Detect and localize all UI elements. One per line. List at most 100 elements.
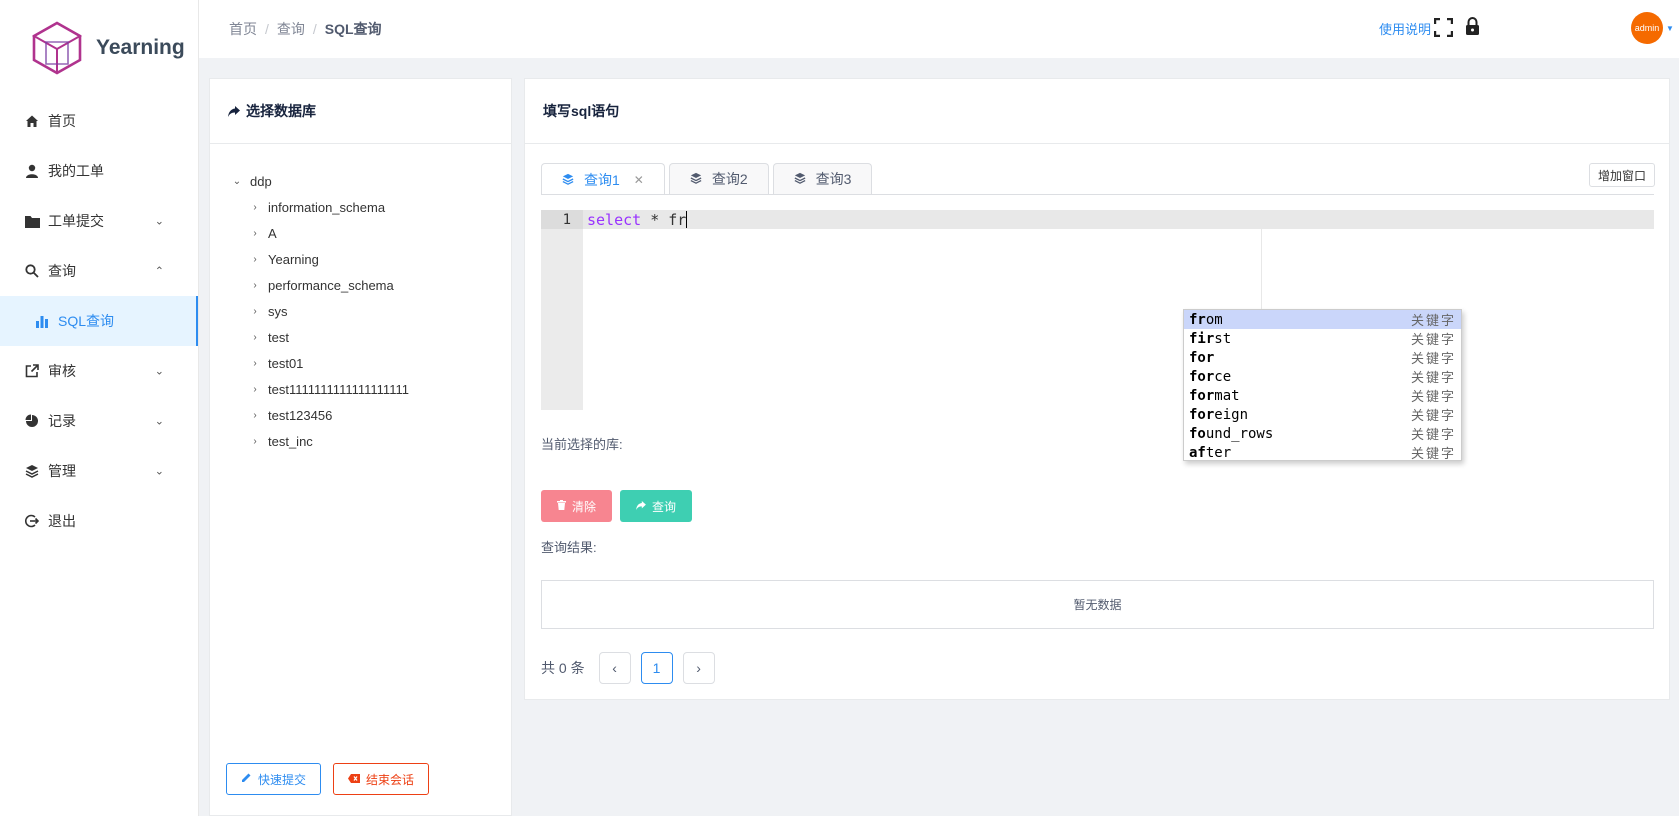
tree-node-database[interactable]: › test1111111111111111111 [248,376,511,402]
quick-submit-button[interactable]: 快速提交 [226,763,322,795]
autocomplete-item[interactable]: for 关键字 [1184,348,1461,368]
layers-icon [690,171,702,187]
chevron-right-icon[interactable]: › [248,202,262,213]
sidebar-item-manage[interactable]: 管理 ⌄ [0,446,198,496]
close-icon[interactable]: ✕ [634,173,644,187]
sql-panel: 填写sql语句 查询1 ✕ 查询2 查询3 增加窗口 1 select * fr… [524,78,1670,700]
tree-node-database[interactable]: › test123456 [248,402,511,428]
help-link[interactable]: 使用说明 [1379,19,1431,38]
autocomplete-item[interactable]: format 关键字 [1184,386,1461,406]
chevron-right-icon[interactable]: › [248,358,262,369]
autocomplete-item[interactable]: after 关键字 [1184,443,1461,463]
end-session-label: 结束会话 [366,772,415,787]
autocomplete-item[interactable]: foreign 关键字 [1184,405,1461,425]
breadcrumb-item[interactable]: 首页 [229,19,257,39]
breadcrumb-separator: / [312,21,317,37]
current-db-label: 当前选择的库: [541,437,623,452]
tree-node-label[interactable]: test01 [268,356,303,371]
breadcrumb-separator: / [265,21,269,37]
tree-node-database[interactable]: › Yearning [248,246,511,272]
tab-query1[interactable]: 查询1 ✕ [541,163,665,195]
sidebar-item-ticket-submit[interactable]: 工单提交 ⌄ [0,196,198,246]
tree-node-label[interactable]: ddp [250,174,272,189]
prev-page-button[interactable]: ‹ [598,652,631,684]
editor-gutter: 1 [541,210,583,410]
sidebar-item-records[interactable]: 记录 ⌄ [0,396,198,446]
tree-node-label[interactable]: sys [268,304,288,319]
active-line-highlight [583,210,1654,229]
pagination: 共 0 条 ‹ 1 › [541,652,715,684]
home-icon [24,113,40,129]
tree-node-label[interactable]: Yearning [268,252,319,267]
chevron-right-icon[interactable]: › [248,280,262,291]
tree-node-label[interactable]: test123456 [268,408,332,423]
sidebar-item-home[interactable]: 首页 [0,96,198,146]
caret-down-icon[interactable]: ▼ [1666,24,1674,33]
query-button[interactable]: 查询 [620,490,693,522]
sidebar-item-sql-query[interactable]: SQL查询 [0,296,198,346]
tree-node-database[interactable]: › test_inc [248,428,511,454]
search-icon [24,263,40,279]
autocomplete-item[interactable]: found_rows 关键字 [1184,424,1461,444]
breadcrumb-item[interactable]: 查询 [277,19,305,39]
fullscreen-icon[interactable] [1433,17,1454,38]
editor-code[interactable]: select * fr [587,211,688,229]
sidebar-item-label: 退出 [48,513,76,529]
page-button[interactable]: 1 [640,652,673,684]
chevron-right-icon: › [696,660,701,676]
tree-node-database[interactable]: › sys [248,298,511,324]
tree-node-label[interactable]: performance_schema [268,278,394,293]
tree-node-label[interactable]: information_schema [268,200,385,215]
chevron-right-icon[interactable]: › [248,306,262,317]
sql-panel-title: 填写sql语句 [543,103,620,119]
chevron-right-icon[interactable]: › [248,436,262,447]
tree-node-database[interactable]: › test [248,324,511,350]
trash-icon [557,499,566,513]
tree-node-database[interactable]: › information_schema [248,194,511,220]
lock-icon[interactable] [1465,17,1480,36]
tree-node-label[interactable]: test_inc [268,434,313,449]
share-icon [228,105,240,117]
tab-label: 查询1 [584,171,620,188]
edit-icon [241,772,252,786]
tree-node-label[interactable]: test1111111111111111111 [268,382,409,397]
chevron-right-icon[interactable]: › [248,254,262,265]
query-label: 查询 [652,499,677,514]
autocomplete-item[interactable]: first 关键字 [1184,329,1461,349]
chevron-right-icon[interactable]: › [248,228,262,239]
quick-submit-label: 快速提交 [258,772,307,787]
sidebar-item-label: 记录 [48,413,76,429]
result-table: 暂无数据 [541,580,1654,629]
autocomplete-item[interactable]: force 关键字 [1184,367,1461,387]
tree-node-database[interactable]: › performance_schema [248,272,511,298]
sidebar-item-audit[interactable]: 审核 ⌄ [0,346,198,396]
sidebar-item-logout[interactable]: 退出 [0,496,198,546]
tree-node-root[interactable]: ⌄ ddp [230,168,511,194]
chevron-right-icon[interactable]: › [248,410,262,421]
sql-editor[interactable]: 1 select * fr [541,210,1654,410]
autocomplete-item[interactable]: from 关键字 [1184,310,1461,329]
end-session-button[interactable]: 结束会话 [333,763,430,795]
database-panel-header: 选择数据库 [210,79,511,144]
clear-button[interactable]: 清除 [541,490,613,522]
tab-query2[interactable]: 查询2 [668,163,769,194]
tab-query3[interactable]: 查询3 [772,163,873,194]
sidebar-item-query[interactable]: 查询 ⌃ [0,246,198,296]
sidebar-item-label: 查询 [48,263,76,279]
add-window-button[interactable]: 增加窗口 [1588,163,1655,187]
tree-node-label[interactable]: A [268,226,277,241]
user-icon [24,163,40,179]
tree-node-label[interactable]: test [268,330,289,345]
line-number: 1 [562,212,571,228]
tree-node-database[interactable]: › test01 [248,350,511,376]
tree-node-database[interactable]: › A [248,220,511,246]
chevron-up-icon: ⌃ [154,265,164,278]
next-page-button[interactable]: › [682,652,715,684]
chevron-right-icon[interactable]: › [248,332,262,343]
chevron-right-icon[interactable]: › [248,384,262,395]
query-tabs: 查询1 ✕ 查询2 查询3 [541,163,873,195]
sidebar-item-my-tickets[interactable]: 我的工单 [0,146,198,196]
avatar[interactable]: admin [1631,12,1663,44]
chevron-down-icon[interactable]: ⌄ [230,176,244,187]
sidebar-item-label: 工单提交 [48,213,104,229]
